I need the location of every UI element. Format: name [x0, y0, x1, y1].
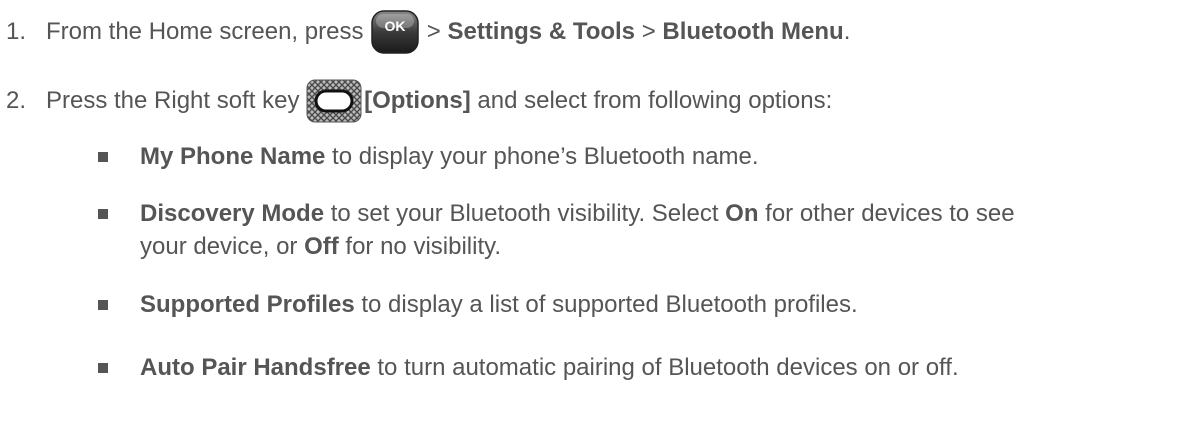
step-number: 2.	[6, 87, 27, 114]
bullet-icon	[98, 209, 108, 219]
option-term: Supported Profiles	[140, 291, 355, 318]
right-soft-key-icon	[306, 79, 362, 123]
option-desc: to turn automatic pairing of Bluetooth d…	[370, 354, 959, 381]
option-term: My Phone Name	[140, 143, 326, 170]
ok-key-icon: OK	[370, 9, 420, 55]
option-term: Auto Pair Handsfree	[140, 354, 371, 381]
option-desc: to display a list of supported Bluetooth…	[354, 291, 858, 318]
step-text: From the Home screen, press OK > Setting…	[46, 9, 850, 54]
bullet-icon	[98, 300, 108, 310]
bullet-icon	[98, 363, 108, 373]
option-term: Discovery Mode	[140, 200, 325, 227]
step-text: Press the Right soft key [Options] and s…	[46, 79, 832, 123]
option-desc: to display your phone’s Bluetooth name.	[325, 143, 759, 170]
svg-text:OK: OK	[385, 18, 406, 34]
bullet-icon	[98, 152, 108, 162]
step-number: 1.	[6, 18, 27, 45]
